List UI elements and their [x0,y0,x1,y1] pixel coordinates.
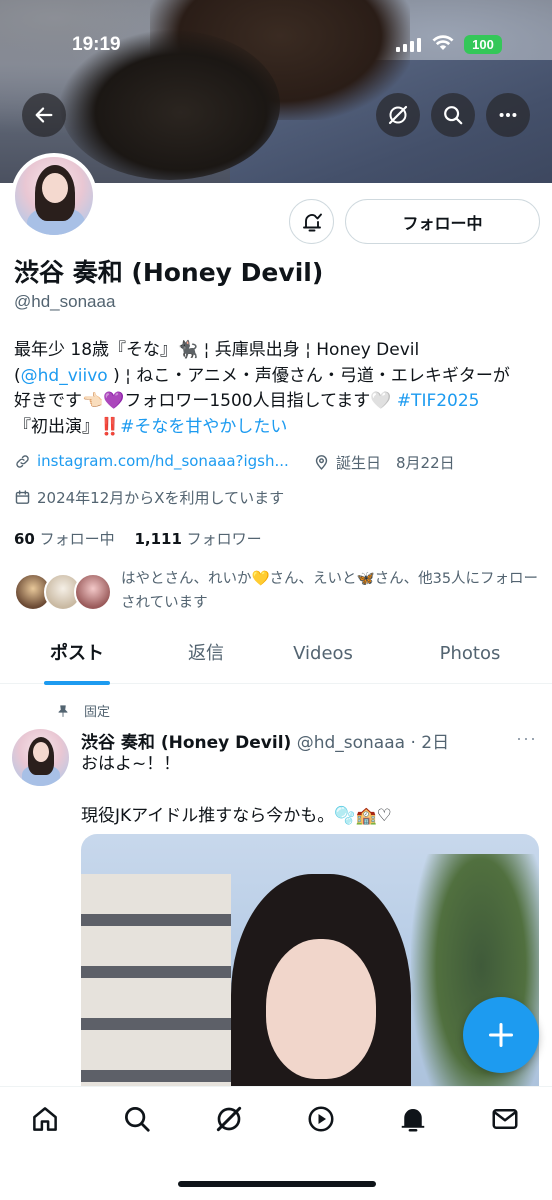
compose-post-button[interactable] [463,997,539,1073]
wifi-icon [432,35,454,50]
following-button[interactable]: フォロー中 [345,199,540,244]
notifications-icon [401,1109,425,1132]
search-button[interactable] [431,93,475,137]
followers-link[interactable]: 1,111 フォロワー [134,530,261,548]
grok-icon [388,105,408,125]
avatar-face [33,742,49,762]
profile-banner[interactable] [0,0,552,183]
bio-line-1: 最年少 18歳『そな』🐈‍⬛ ¦ 兵庫県出身 ¦ Honey Devil [14,340,420,360]
post-author-name[interactable]: 渋谷 奏和 (Honey Devil) [81,733,291,753]
bio-line-4: 『初出演』 [14,416,99,437]
nav-notifications[interactable] [397,1103,429,1135]
calendar-icon [15,490,30,504]
following-link[interactable]: 60 フォロー中 [14,530,130,548]
bio-exclaim: ‼️ [99,416,121,437]
tab-photos[interactable]: Photos [388,632,552,683]
pinned-label-row: 固定 [56,701,110,720]
pinned-label: 固定 [84,705,111,720]
post-author-avatar[interactable] [12,729,69,786]
hashtag-sona[interactable]: #そなを甘やかしたい [120,417,287,437]
follower-avatar [74,573,112,611]
bio-paren-open: ( [14,365,21,386]
photo-person-face [266,939,376,1079]
bell-check-icon [302,213,322,231]
link-icon [16,454,29,468]
profile-avatar[interactable] [11,153,97,239]
tab-replies-label: 返信 [188,643,224,664]
followers-count: 1,111 [134,530,182,548]
nav-videos[interactable] [305,1103,337,1135]
notifications-bell-button[interactable] [289,199,334,244]
plus-icon [488,1022,514,1048]
search-icon [125,1107,150,1132]
followed-by-avatars[interactable] [14,573,112,613]
home-indicator [178,1181,376,1187]
profile-link-row: instagram.com/hd_sonaaa?igsh... [14,452,289,470]
grok-button[interactable] [376,93,420,137]
arrow-left-icon [35,107,53,123]
tab-active-indicator [44,681,110,685]
tab-posts-label: ポスト [50,643,104,664]
grok-icon [216,1106,242,1132]
pin-icon [58,704,68,717]
bio-line-2: ) ¦ ねこ・アニメ・声優さん・弓道・エレキギターが [107,365,510,386]
following-count: 60 [14,530,35,548]
tab-replies[interactable]: 返信 [154,632,258,683]
avatar-face [42,173,68,203]
post-author-meta: @hd_sonaaa · 2日 [291,733,450,753]
follow-counts: 60 フォロー中 1,111 フォロワー [14,528,262,549]
tab-videos-label: Videos [293,643,353,664]
home-icon [33,1107,57,1131]
more-horizontal-icon [499,112,517,118]
post-more-button[interactable]: ··· [516,728,537,749]
bio-line-3: 好きです👈🏻💜フォロワー1500人目指してます🤍 [14,391,397,411]
post-text: おはよ~！！ 現役JKアイドル推すなら今かも。🫧🏫♡ [81,754,392,826]
profile-birthday-row: 誕生日 8月22日 [313,452,455,473]
status-time: 19:19 [72,34,121,55]
tab-videos[interactable]: Videos [258,632,388,683]
tab-posts[interactable]: ポスト [0,632,154,685]
profile-tabs: ポスト 返信 Videos Photos [0,632,552,685]
back-button[interactable] [22,93,66,137]
hashtag-tif2025[interactable]: #TIF2025 [397,391,480,411]
nav-search[interactable] [121,1103,153,1135]
tab-photos-label: Photos [439,643,501,664]
followed-by-text[interactable]: はやとさん、れいか💛さん、えいと🦋さん、他35人にフォローされています [121,567,541,615]
profile-joined-date: 2024年12月からXを利用しています [37,489,285,507]
post-header: 渋谷 奏和 (Honey Devil) @hd_sonaaa · 2日 [81,728,449,753]
location-pin-icon [315,455,328,470]
signal-icon [396,38,421,52]
more-button[interactable] [486,93,530,137]
profile-joined-row: 2024年12月からXを利用しています [14,487,284,508]
play-icon [308,1106,334,1132]
profile-bio: 最年少 18歳『そな』🐈‍⬛ ¦ 兵庫県出身 ¦ Honey Devil (@h… [14,338,539,440]
status-bar: 19:19 100 [0,34,552,58]
followers-label: フォロワー [181,530,262,548]
following-label: フォロー中 [34,530,130,548]
profile-display-name: 渋谷 奏和 (Honey Devil) [14,258,324,287]
messages-icon [492,1109,518,1129]
profile-birthday: 誕生日 8月22日 [336,454,455,472]
battery-indicator: 100 [464,35,502,54]
search-icon [444,106,463,125]
profile-website-link[interactable]: instagram.com/hd_sonaaa?igsh... [37,452,289,470]
bio-mention-link[interactable]: @hd_viivo [21,366,108,386]
nav-grok[interactable] [213,1103,245,1135]
nav-messages[interactable] [489,1103,521,1135]
nav-home[interactable] [29,1103,61,1135]
profile-handle: @hd_sonaaa [14,292,116,311]
